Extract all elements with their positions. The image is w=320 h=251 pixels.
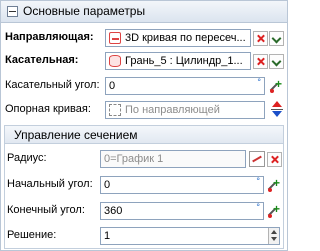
guide-clear-button[interactable] bbox=[253, 31, 268, 46]
solution-value: 1 bbox=[104, 230, 111, 242]
solution-label: Решение: bbox=[7, 229, 57, 241]
section-title: Управление сечением bbox=[14, 128, 138, 142]
start-angle-label: Начальный угол: bbox=[7, 178, 93, 190]
start-angle-input[interactable]: 0 ° bbox=[100, 176, 264, 194]
radius-row: Радиус: 0=График 1 bbox=[5, 149, 283, 169]
guide-row: Направляющая: 3D кривая по пересеч... bbox=[1, 28, 287, 48]
tangent-angle-label: Касательный угол: bbox=[5, 79, 100, 91]
section-header: Управление сечением bbox=[5, 126, 283, 144]
solution-row: Решение: 1 bbox=[5, 226, 283, 246]
tangent-field[interactable]: Грань_5 : Цилиндр_1... bbox=[105, 52, 251, 70]
pick-value-icon[interactable]: + bbox=[268, 78, 284, 94]
spinner-arrows-icon[interactable] bbox=[268, 228, 279, 244]
guide-field[interactable]: 3D кривая по пересеч... bbox=[105, 29, 251, 47]
tangent-value: Грань_5 : Цилиндр_1... bbox=[125, 55, 243, 67]
end-angle-label: Конечный угол: bbox=[7, 204, 85, 216]
ref-curve-label: Опорная кривая: bbox=[5, 103, 91, 115]
ref-curve-value: По направляющей bbox=[125, 104, 220, 116]
graph-icon[interactable] bbox=[249, 151, 265, 167]
degree-unit: ° bbox=[256, 176, 260, 186]
guide-label: Направляющая: bbox=[5, 31, 94, 43]
end-angle-input[interactable]: 360 ° bbox=[100, 202, 264, 220]
section-control-group: Управление сечением Радиус: 0=График 1 Н… bbox=[4, 125, 284, 249]
curve-icon bbox=[109, 32, 121, 44]
cylinder-face-icon bbox=[109, 55, 121, 67]
guide-value: 3D кривая по пересеч... bbox=[125, 32, 246, 44]
radius-label: Радиус: bbox=[7, 152, 47, 164]
tangent-clear-button[interactable] bbox=[253, 54, 268, 69]
panel-title: Основные параметры bbox=[23, 4, 146, 18]
radius-field[interactable]: 0=График 1 bbox=[100, 150, 246, 168]
tangent-angle-row: Касательный угол: 0 ° + bbox=[1, 76, 287, 96]
start-angle-row: Начальный угол: 0 ° + bbox=[5, 175, 283, 195]
dashed-curve-icon bbox=[109, 104, 121, 116]
solution-spinbox[interactable]: 1 bbox=[100, 227, 280, 245]
start-angle-value: 0 bbox=[104, 179, 111, 191]
tangent-angle-input[interactable]: 0 ° bbox=[105, 77, 265, 95]
guide-dropdown-button[interactable] bbox=[269, 31, 284, 46]
end-angle-value: 360 bbox=[104, 205, 123, 217]
radius-value: 0=График 1 bbox=[104, 153, 164, 165]
end-angle-row: Конечный угол: 360 ° + bbox=[5, 201, 283, 221]
pick-value-icon[interactable]: + bbox=[266, 203, 282, 219]
ref-curve-row: Опорная кривая: По направляющей bbox=[1, 100, 287, 120]
degree-unit: ° bbox=[257, 77, 261, 87]
tangent-dropdown-button[interactable] bbox=[269, 54, 284, 69]
radius-clear-button[interactable] bbox=[267, 152, 282, 167]
tangent-angle-value: 0 bbox=[109, 80, 116, 92]
tangent-row: Касательная: Грань_5 : Цилиндр_1... bbox=[1, 51, 287, 71]
parameters-panel: Основные параметры Направляющая: 3D крив… bbox=[0, 0, 288, 251]
ref-curve-field[interactable]: По направляющей bbox=[105, 101, 265, 119]
panel-header[interactable]: Основные параметры bbox=[1, 1, 287, 23]
pick-value-icon[interactable]: + bbox=[266, 177, 282, 193]
collapse-toggle-icon[interactable] bbox=[7, 6, 18, 17]
degree-unit: ° bbox=[256, 202, 260, 212]
tangent-label: Касательная: bbox=[5, 54, 79, 66]
swap-direction-icon[interactable] bbox=[270, 101, 284, 119]
